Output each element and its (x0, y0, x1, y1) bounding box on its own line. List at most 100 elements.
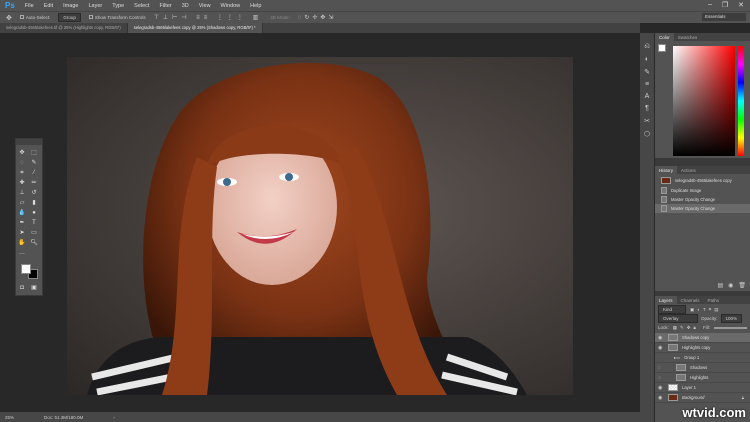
align-icons[interactable]: ⊤⊥⊢⊣ ≡≡ ⋮⋮⋮ ▥ (154, 14, 263, 21)
tab-document-1[interactable]: selegradsb-4565lakefees.tif @ 25% (Highl… (0, 23, 128, 33)
restore-button[interactable]: ❐ (722, 1, 728, 9)
layer-row[interactable]: ◉ Layer 1 (655, 383, 750, 393)
history-panel-tabs: History Actions (655, 166, 750, 174)
history-snapshot[interactable]: selegradsb-4565lakefees copy (655, 174, 750, 186)
menu-3d[interactable]: 3D (177, 3, 194, 9)
trash-icon[interactable]: 🗑︎ (738, 282, 746, 289)
hue-slider[interactable] (738, 46, 744, 156)
snapshot-icon[interactable]: ◉ (728, 282, 733, 289)
layer-row[interactable]: ◉ Background 🔒︎ (655, 393, 750, 403)
color-swatches[interactable] (16, 261, 42, 283)
transform-checkbox[interactable]: Show Transform Controls (88, 15, 146, 20)
marquee-tool-icon[interactable]: ⬚ (30, 149, 38, 157)
tab-paths[interactable]: Paths (704, 296, 724, 304)
tool-presets-icon[interactable]: ✂ (644, 117, 650, 125)
stamp-tool-icon[interactable]: ⊥ (18, 189, 26, 197)
history-item[interactable]: Master Opacity Change (655, 204, 750, 213)
close-button[interactable]: ✕ (738, 1, 744, 9)
3d-panel-icon[interactable]: ⬡ (644, 130, 650, 138)
history-panel-icon[interactable]: ⎌ (644, 43, 650, 51)
layer-row[interactable]: ◌ Shadows (655, 363, 750, 373)
path-select-icon[interactable]: ➤ (18, 229, 26, 237)
layer-row[interactable]: ◌ Highlights (655, 373, 750, 383)
character-icon[interactable]: A (645, 93, 650, 100)
eye-icon[interactable]: ◌ (658, 375, 664, 381)
move-tool-icon[interactable]: ✥ (18, 149, 26, 157)
minimize-button[interactable]: – (708, 1, 712, 9)
foreground-color-swatch[interactable] (21, 264, 31, 274)
more-tools-icon[interactable]: … (18, 249, 26, 257)
menu-file[interactable]: File (20, 3, 39, 9)
new-document-icon[interactable]: ▤ (717, 282, 723, 289)
lock-icons[interactable]: ▦✎✥🔒︎ (673, 325, 699, 331)
eye-icon[interactable]: ◉ (658, 385, 664, 391)
workspace-select[interactable]: Essentials (702, 13, 746, 21)
menu-filter[interactable]: Filter (154, 3, 176, 9)
pen-tool-icon[interactable]: ✒ (18, 219, 26, 227)
zoom-level[interactable]: 25% (5, 415, 14, 420)
layer-row[interactable]: ◉ Shadows copy (655, 333, 750, 343)
crop-tool-icon[interactable]: ⌗ (18, 169, 26, 177)
shape-tool-icon[interactable]: ▭ (30, 229, 38, 237)
menu-image[interactable]: Image (58, 3, 83, 9)
photoshop-logo: Ps (5, 1, 15, 10)
layer-filter-select[interactable]: Kind (658, 305, 686, 314)
tab-history[interactable]: History (655, 166, 678, 174)
zoom-tool-icon[interactable]: 🔍︎ (30, 239, 38, 247)
status-menu-arrow[interactable]: › (113, 415, 115, 420)
filter-icons[interactable]: ▣◐T⌗▤ (690, 307, 722, 313)
lasso-tool-icon[interactable]: ◌ (18, 159, 26, 167)
layer-row[interactable]: ▸▭ Group 1 (655, 353, 750, 363)
eye-icon[interactable]: ◌ (658, 365, 664, 371)
tab-document-2[interactable]: selegradsb-4565lakefees copy @ 25% (Shad… (127, 23, 263, 33)
eye-icon[interactable]: ◉ (658, 335, 664, 341)
menu-help[interactable]: Help (245, 3, 266, 9)
brush-tool-icon[interactable]: ✏ (30, 179, 38, 187)
menu-layer[interactable]: Layer (83, 3, 107, 9)
menu-edit[interactable]: Edit (39, 3, 58, 9)
tab-channels[interactable]: Channels (677, 296, 704, 304)
auto-select-checkbox[interactable]: Auto-Select: (19, 15, 50, 20)
eye-icon[interactable]: ◉ (658, 345, 664, 351)
document-photo[interactable] (67, 57, 573, 395)
menu-type[interactable]: Type (107, 3, 129, 9)
dodge-tool-icon[interactable]: ● (30, 209, 38, 217)
menu-window[interactable]: Window (216, 3, 246, 9)
adjustments-icon[interactable]: ◐ (645, 56, 649, 63)
tab-swatches[interactable]: Swatches (674, 33, 702, 41)
layer-thumbnail (668, 334, 678, 341)
healing-tool-icon[interactable]: ✚ (18, 179, 26, 187)
group-select[interactable]: Group (58, 13, 81, 22)
gradient-tool-icon[interactable]: ▮ (30, 199, 38, 207)
tab-layers[interactable]: Layers (655, 296, 677, 304)
menu-select[interactable]: Select (129, 3, 154, 9)
history-brush-icon[interactable]: ↺ (30, 189, 38, 197)
type-tool-icon[interactable]: T (30, 219, 38, 227)
layer-row[interactable]: ◉ Highlights copy (655, 343, 750, 353)
color-field[interactable] (673, 46, 735, 156)
history-item[interactable]: Master Opacity Change (655, 195, 750, 204)
tab-actions[interactable]: Actions (677, 166, 700, 174)
eyedropper-tool-icon[interactable]: ⁄ (30, 169, 38, 177)
panel-icon-strip: ⎌ ◐ ✎ ≡ A ¶ ✂ ⬡ (640, 33, 654, 422)
brush-panel-icon[interactable]: ✎ (644, 68, 650, 76)
move-tool-icon[interactable]: ✥ (6, 14, 12, 22)
menu-view[interactable]: View (194, 3, 216, 9)
paragraph-icon[interactable]: ¶ (645, 105, 649, 112)
screen-mode-icon[interactable]: ▣ (30, 284, 38, 292)
hand-tool-icon[interactable]: ✋ (18, 239, 26, 247)
3d-icons[interactable]: ◌↻✢✥⇲ (298, 14, 337, 21)
eye-icon[interactable]: ◉ (658, 395, 664, 401)
history-item[interactable]: Duplicate Image (655, 186, 750, 195)
quick-mask-icon[interactable]: ◘ (18, 284, 26, 292)
history-item-label: Master Opacity Change (671, 206, 715, 211)
fill-slider[interactable] (713, 326, 747, 329)
quick-select-tool-icon[interactable]: ✎ (30, 159, 38, 167)
tab-color[interactable]: Color (655, 33, 674, 41)
blend-mode-select[interactable]: Overlay (658, 314, 698, 323)
properties-icon[interactable]: ≡ (645, 81, 649, 88)
opacity-input[interactable]: 100% (720, 314, 743, 323)
eraser-tool-icon[interactable]: ▱ (18, 199, 26, 207)
fg-color-chip[interactable] (658, 44, 666, 52)
blur-tool-icon[interactable]: 💧 (18, 209, 26, 217)
